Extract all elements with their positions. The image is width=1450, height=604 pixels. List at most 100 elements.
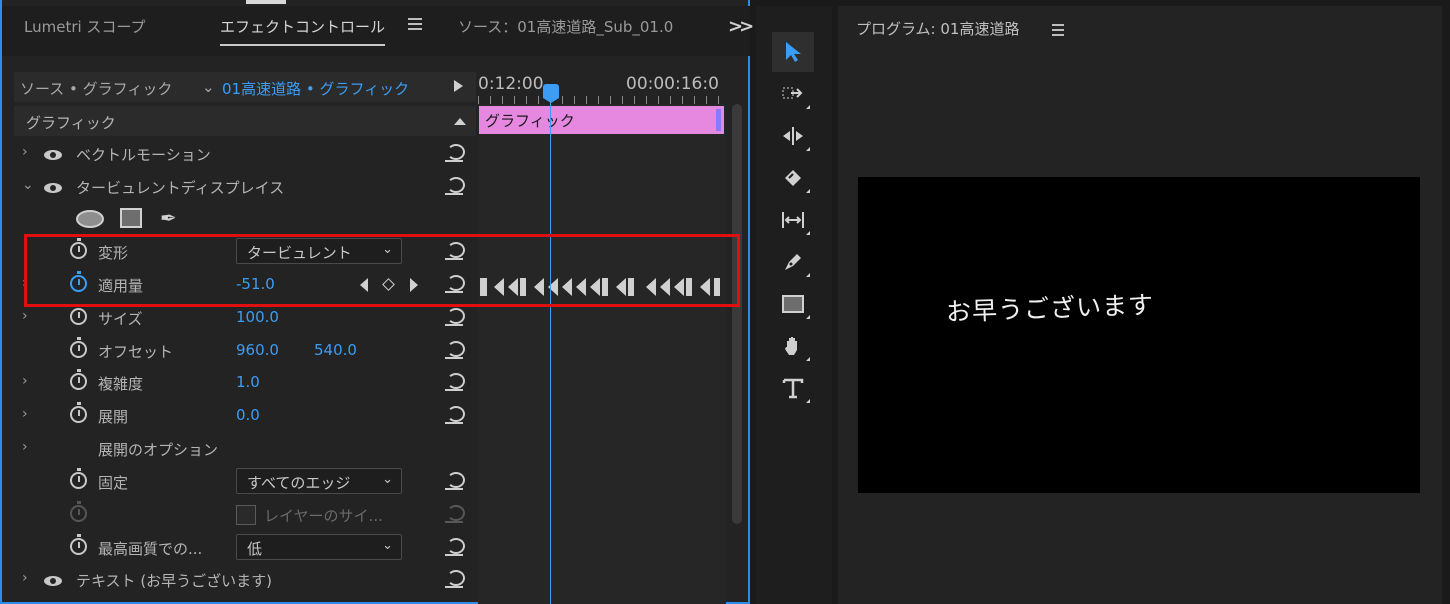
graphic-clip[interactable]: グラフィック	[479, 106, 724, 134]
slip-icon	[782, 212, 804, 228]
play-icon[interactable]	[454, 80, 463, 92]
submenu-indicator	[806, 273, 810, 277]
time-ruler[interactable]: 0:12:00 00:00:16:0	[478, 72, 726, 104]
offset-y-value[interactable]: 540.0	[314, 341, 357, 359]
eye-icon[interactable]	[44, 576, 62, 586]
ripple-edit-icon	[783, 127, 803, 145]
hand-icon	[785, 337, 797, 355]
pinning-dropdown[interactable]: すべてのエッジ ⌄	[236, 468, 402, 494]
razor-tool[interactable]	[772, 158, 814, 198]
reset-icon[interactable]	[444, 568, 466, 588]
ripple-edit-tool[interactable]	[772, 116, 814, 156]
ruler-timecode-right: 00:00:16:0	[626, 74, 719, 94]
effect-name: テキスト (お早うございます)	[76, 572, 273, 590]
pen-mask-icon[interactable]: ✒	[160, 206, 188, 232]
reset-icon[interactable]	[444, 404, 466, 424]
effect-row-vector-motion: › ベクトルモーション	[14, 138, 476, 171]
stopwatch-disabled-icon	[70, 501, 87, 522]
panel-menu-icon[interactable]	[408, 18, 424, 32]
stopwatch-icon[interactable]	[70, 369, 87, 390]
submenu-indicator	[806, 147, 810, 151]
source-clip-label[interactable]: ソース • グラフィック	[20, 78, 172, 99]
quality-dropdown[interactable]: 低 ⌄	[236, 534, 402, 560]
stopwatch-icon[interactable]	[70, 402, 87, 423]
collapse-chevron-icon[interactable]: ⌄	[22, 177, 34, 193]
stopwatch-icon[interactable]	[70, 534, 87, 555]
section-title: グラフィック	[26, 114, 116, 132]
playhead-line[interactable]	[550, 98, 551, 604]
rectangle-tool[interactable]	[772, 284, 814, 324]
chevron-down-icon: ⌄	[382, 472, 393, 487]
reset-icon[interactable]	[444, 142, 466, 162]
tab-lumetri-scopes[interactable]: Lumetri スコープ	[24, 16, 146, 37]
stopwatch-icon[interactable]	[70, 337, 87, 358]
panel-menu-icon[interactable]	[1052, 24, 1066, 36]
playhead-handle[interactable]	[543, 84, 559, 103]
eye-icon[interactable]	[44, 183, 62, 193]
expand-chevron-icon[interactable]: ›	[22, 406, 28, 422]
submenu-indicator	[806, 105, 810, 109]
clip-end-handle[interactable]	[716, 109, 721, 131]
dropdown-value: 低	[247, 540, 263, 558]
size-value[interactable]: 100.0	[236, 308, 279, 326]
checkbox-label: レイヤーのサイ...	[264, 507, 383, 525]
tab-effect-controls[interactable]: エフェクトコントロール	[220, 16, 386, 46]
track-select-tool[interactable]	[772, 74, 814, 114]
expand-chevron-icon[interactable]: ›	[22, 308, 28, 324]
property-label: 複雑度	[98, 375, 144, 393]
type-tool[interactable]	[772, 368, 814, 408]
section-header[interactable]: グラフィック	[14, 106, 476, 136]
pen-tool[interactable]	[772, 242, 814, 282]
complexity-value[interactable]: 1.0	[236, 373, 260, 391]
property-row-offset: オフセット 960.0 540.0	[14, 335, 476, 368]
property-row-evolution-options: › 展開のオプション	[14, 433, 476, 466]
effect-timeline-track[interactable]	[478, 104, 726, 604]
video-frame[interactable]: お早うございます	[858, 177, 1420, 493]
expand-chevron-icon[interactable]: ›	[22, 570, 28, 586]
vertical-scrollbar[interactable]	[732, 104, 742, 524]
effect-name: タービュレントディスプレイス	[76, 179, 285, 197]
program-monitor-panel: プログラム: 01高速道路 お早うございます	[838, 6, 1442, 604]
reset-icon[interactable]	[444, 175, 466, 195]
selection-arrow-icon	[786, 42, 801, 62]
stopwatch-icon[interactable]	[70, 304, 87, 325]
expand-chevron-icon[interactable]: ›	[22, 439, 28, 455]
panel-tab-bar: Lumetri スコープ エフェクトコントロール ソース：01高速道路_Sub_…	[2, 6, 754, 56]
highlight-annotation-box	[24, 234, 740, 307]
reset-icon[interactable]	[444, 371, 466, 391]
collapse-caret-icon[interactable]	[454, 118, 466, 125]
chevron-down-icon[interactable]: ⌄	[202, 78, 215, 96]
sequence-clip-label[interactable]: 01高速道路 • グラフィック	[222, 78, 409, 99]
property-label: サイズ	[98, 310, 143, 328]
expand-chevron-icon[interactable]: ›	[22, 373, 28, 389]
ellipse-mask-icon[interactable]	[76, 210, 104, 228]
tools-panel	[756, 6, 832, 604]
effect-row-turbulent-displace: ⌄ タービュレントディスプレイス	[14, 171, 476, 204]
submenu-indicator	[806, 399, 810, 403]
offset-x-value[interactable]: 960.0	[236, 341, 279, 359]
evolution-value[interactable]: 0.0	[236, 406, 260, 424]
tab-overflow-icon[interactable]: >>	[728, 16, 754, 37]
reset-icon[interactable]	[444, 306, 466, 326]
hand-tool[interactable]	[772, 326, 814, 366]
eye-icon[interactable]	[44, 150, 62, 160]
rectangle-icon	[782, 295, 804, 313]
property-label: 固定	[98, 474, 129, 492]
selection-tool[interactable]	[772, 32, 814, 72]
razor-icon	[785, 170, 801, 186]
effect-name: ベクトルモーション	[76, 146, 211, 164]
tab-source[interactable]: ソース：01高速道路_Sub_01.0	[458, 16, 673, 37]
expand-chevron-icon[interactable]: ›	[22, 144, 28, 160]
submenu-indicator	[806, 231, 810, 235]
rectangle-mask-icon[interactable]	[120, 208, 142, 228]
reset-icon[interactable]	[444, 470, 466, 490]
panel-drag-notch	[246, 0, 286, 4]
ruler-ticks	[478, 96, 726, 104]
reset-icon[interactable]	[444, 536, 466, 556]
program-monitor-title[interactable]: プログラム: 01高速道路	[856, 18, 1019, 39]
stopwatch-icon[interactable]	[70, 468, 87, 489]
mask-tools-row: ✒	[14, 202, 476, 235]
pen-icon	[785, 254, 801, 270]
reset-icon[interactable]	[444, 339, 466, 359]
slip-tool[interactable]	[772, 200, 814, 240]
